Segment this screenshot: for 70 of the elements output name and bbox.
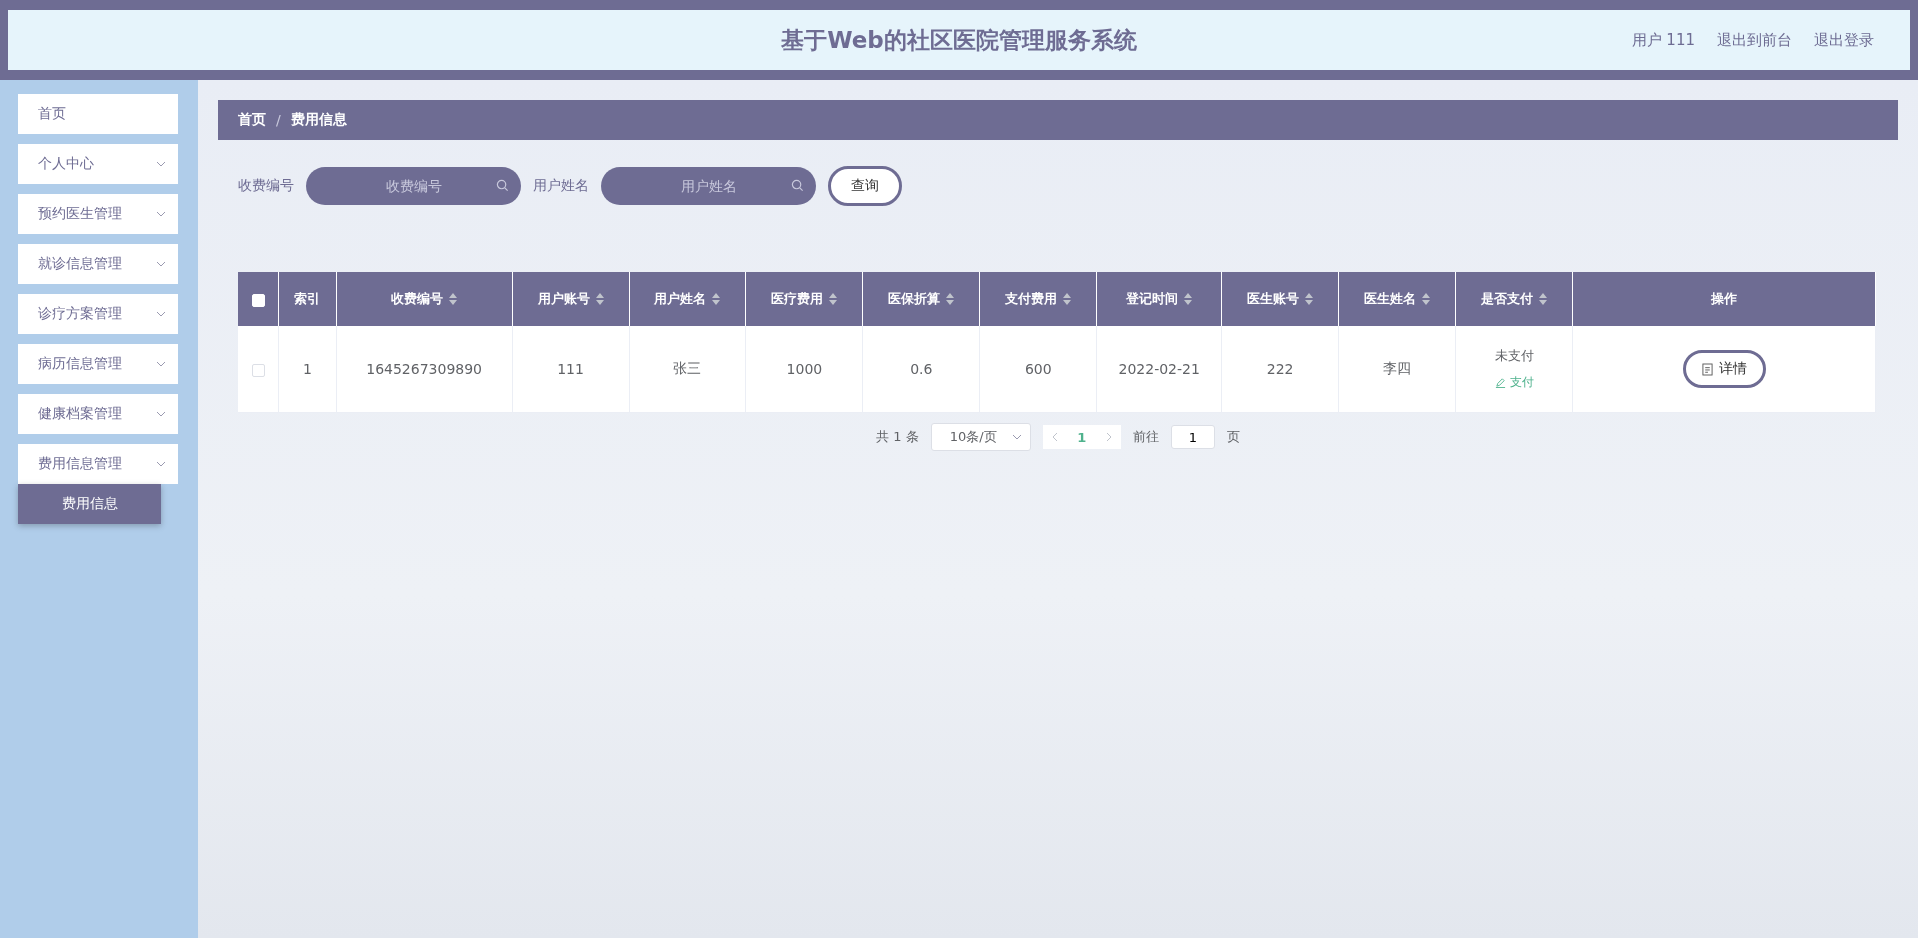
total-count: 共 1 条: [876, 428, 919, 446]
column-header[interactable]: 支付费用: [979, 272, 1097, 326]
page-size-select[interactable]: 10条/页: [930, 423, 1031, 451]
query-button[interactable]: 查询: [828, 166, 902, 206]
table-cell: 李四: [1338, 326, 1456, 413]
sort-icon[interactable]: [946, 293, 955, 305]
goto-label: 前往: [1132, 428, 1159, 446]
table-cell: 222: [1221, 326, 1339, 413]
table-cell: 张三: [629, 326, 746, 413]
table-cell: 111: [512, 326, 629, 413]
sidebar-menu-item[interactable]: 就诊信息管理: [18, 244, 178, 284]
column-header[interactable]: 用户账号: [512, 272, 629, 326]
sidebar-menu-item[interactable]: 首页: [18, 94, 178, 134]
column-header[interactable]: 医生账号: [1221, 272, 1339, 326]
column-header[interactable]: 是否支付: [1455, 272, 1573, 326]
sidebar-submenu-item[interactable]: 费用信息: [18, 484, 161, 524]
table-cell: 1645267309890: [336, 326, 513, 413]
search-label: 收费编号: [238, 177, 294, 195]
sort-icon[interactable]: [829, 293, 838, 305]
sort-icon[interactable]: [1184, 293, 1193, 305]
sort-icon[interactable]: [1422, 293, 1431, 305]
sidebar-menu-item[interactable]: 个人中心: [18, 144, 178, 184]
column-header: 操作: [1572, 272, 1876, 326]
sidebar-menu-item[interactable]: 费用信息管理: [18, 444, 178, 484]
detail-button[interactable]: 详情: [1682, 350, 1766, 388]
table-cell: 1000: [745, 326, 863, 413]
column-header[interactable]: 收费编号: [336, 272, 513, 326]
column-header[interactable]: 医疗费用: [745, 272, 863, 326]
search-icon: [496, 179, 509, 192]
row-checkbox[interactable]: [251, 363, 265, 377]
sort-icon[interactable]: [1305, 293, 1314, 305]
sidebar-menu-item[interactable]: 诊疗方案管理: [18, 294, 178, 334]
payment-status: 未支付: [1494, 346, 1534, 365]
pencil-icon: [1494, 376, 1506, 388]
header-link[interactable]: 用户 111: [1631, 30, 1695, 50]
column-header[interactable]: 医生姓名: [1338, 272, 1456, 326]
page-suffix: 页: [1226, 428, 1240, 446]
breadcrumb-item[interactable]: 首页: [238, 111, 266, 129]
breadcrumb-item[interactable]: 费用信息: [290, 111, 347, 129]
column-header[interactable]: 医保折算: [862, 272, 980, 326]
document-icon: [1701, 362, 1713, 376]
search-field[interactable]: 收费编号: [306, 167, 521, 205]
sort-icon[interactable]: [595, 293, 604, 305]
goto-page-field[interactable]: 1: [1170, 425, 1215, 449]
table-cell: 600: [979, 326, 1097, 413]
chevron-left-icon: [1051, 432, 1058, 442]
column-header[interactable]: 登记时间: [1096, 272, 1222, 326]
pay-link[interactable]: 支付: [1488, 372, 1540, 392]
header-link[interactable]: 退出到前台: [1717, 30, 1792, 50]
header-link[interactable]: 退出登录: [1814, 30, 1874, 50]
sidebar-menu-item[interactable]: 预约医生管理: [18, 194, 178, 234]
sort-icon[interactable]: [449, 293, 458, 305]
breadcrumb-separator: /: [276, 112, 281, 128]
system-title: 基于Web的社区医院管理服务系统: [781, 25, 1137, 55]
chevron-right-icon: [1105, 432, 1112, 442]
sort-icon[interactable]: [1063, 293, 1072, 305]
search-label: 用户姓名: [533, 177, 589, 195]
column-header[interactable]: 用户姓名: [629, 272, 746, 326]
sidebar-menu-item[interactable]: 病历信息管理: [18, 344, 178, 384]
chevron-down-icon: [1011, 434, 1022, 440]
table-cell: 1: [278, 326, 337, 413]
sort-icon[interactable]: [712, 293, 721, 305]
column-header: 索引: [278, 272, 337, 326]
sort-icon[interactable]: [1539, 293, 1547, 305]
search-icon: [791, 179, 804, 192]
sidebar-menu-item[interactable]: 健康档案管理: [18, 394, 178, 434]
table-cell: 0.6: [862, 326, 980, 413]
search-field[interactable]: 用户姓名: [601, 167, 816, 205]
table-cell: 2022-02-21: [1096, 326, 1222, 413]
select-all-checkbox[interactable]: [251, 293, 265, 307]
